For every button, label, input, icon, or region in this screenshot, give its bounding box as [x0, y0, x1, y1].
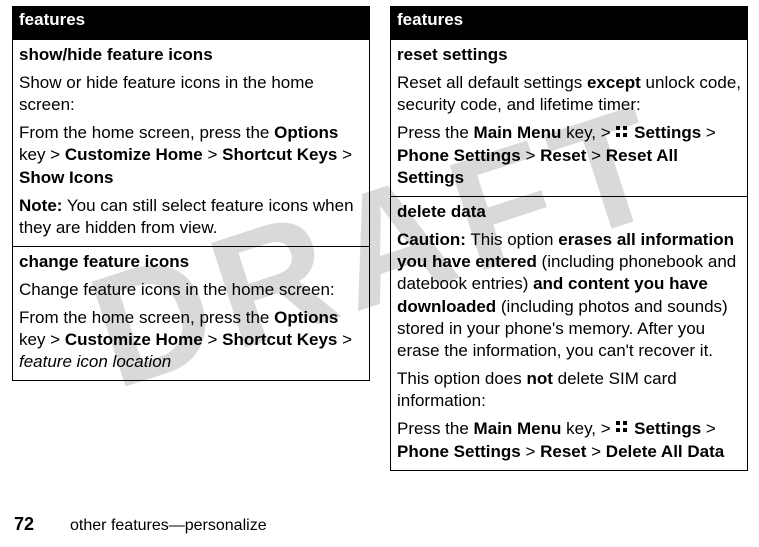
- text: >: [586, 442, 605, 461]
- customize-home: Customize Home: [65, 330, 203, 349]
- text: key, >: [561, 419, 615, 438]
- delete-all-data: Delete All Data: [606, 442, 724, 461]
- text: >: [337, 330, 352, 349]
- text: >: [203, 145, 222, 164]
- delete-not: This option does not delete SIM card inf…: [397, 368, 741, 412]
- change-desc: Change feature icons in the home screen:: [19, 279, 363, 301]
- showhide-path: From the home screen, press the Options …: [19, 122, 363, 188]
- showhide-desc: Show or hide feature icons in the home s…: [19, 72, 363, 116]
- left-row-change: change feature icons Change feature icon…: [13, 246, 370, 380]
- text: key, >: [561, 123, 615, 142]
- text: >: [701, 123, 716, 142]
- text: >: [203, 330, 222, 349]
- options-key: Options: [274, 308, 338, 327]
- change-path: From the home screen, press the Options …: [19, 307, 363, 373]
- settings: Settings: [634, 419, 701, 438]
- delete-caution: Caution: This option erases all informat…: [397, 229, 741, 362]
- showhide-title: show/hide feature icons: [19, 44, 363, 66]
- text: This option does: [397, 369, 526, 388]
- text: From the home screen, press the: [19, 123, 274, 142]
- except: except: [587, 73, 641, 92]
- delete-title: delete data: [397, 201, 741, 223]
- settings-icon: [615, 418, 629, 440]
- text: key >: [19, 145, 65, 164]
- reset-path: Press the Main Menu key, > Settings > Ph…: [397, 122, 741, 189]
- text: key >: [19, 330, 65, 349]
- reset-desc: Reset all default settings except unlock…: [397, 72, 741, 116]
- text: >: [586, 146, 605, 165]
- right-table: features reset settings Reset all defaul…: [390, 6, 748, 471]
- caution-label: Caution:: [397, 230, 466, 249]
- shortcut-keys: Shortcut Keys: [222, 330, 337, 349]
- text: Reset all default settings: [397, 73, 587, 92]
- right-column: features reset settings Reset all defaul…: [390, 6, 748, 471]
- main-menu: Main Menu: [474, 123, 562, 142]
- phone-settings: Phone Settings: [397, 442, 521, 461]
- left-table: features show/hide feature icons Show or…: [12, 6, 370, 381]
- text: You can still select feature icons when …: [19, 196, 354, 237]
- delete-path: Press the Main Menu key, > Settings > Ph…: [397, 418, 741, 463]
- settings-icon: [615, 123, 629, 145]
- left-header: features: [13, 7, 370, 39]
- customize-home: Customize Home: [65, 145, 203, 164]
- shortcut-keys: Shortcut Keys: [222, 145, 337, 164]
- text: Press the: [397, 419, 474, 438]
- text: From the home screen, press the: [19, 308, 274, 327]
- content-columns: features show/hide feature icons Show or…: [12, 6, 749, 471]
- show-icons: Show Icons: [19, 168, 113, 187]
- feature-icon-location: feature icon location: [19, 352, 171, 371]
- page-number: 72: [14, 513, 34, 536]
- text: >: [521, 146, 540, 165]
- not: not: [526, 369, 552, 388]
- text: This option: [466, 230, 558, 249]
- main-menu: Main Menu: [474, 419, 562, 438]
- text: >: [521, 442, 540, 461]
- left-column: features show/hide feature icons Show or…: [12, 6, 370, 471]
- left-row-showhide: show/hide feature icons Show or hide fea…: [13, 38, 370, 246]
- reset: Reset: [540, 442, 586, 461]
- text: >: [337, 145, 352, 164]
- reset: Reset: [540, 146, 586, 165]
- note-label: Note:: [19, 196, 62, 215]
- text: >: [701, 419, 716, 438]
- showhide-note: Note: You can still select feature icons…: [19, 195, 363, 239]
- right-row-reset: reset settings Reset all default setting…: [391, 38, 748, 197]
- reset-title: reset settings: [397, 44, 741, 66]
- change-title: change feature icons: [19, 251, 363, 273]
- phone-settings: Phone Settings: [397, 146, 521, 165]
- right-header: features: [391, 7, 748, 39]
- text: Press the: [397, 123, 474, 142]
- right-row-delete: delete data Caution: This option erases …: [391, 197, 748, 471]
- page-footer: 72 other features—personalize: [14, 513, 267, 537]
- settings: Settings: [634, 123, 701, 142]
- footer-text: other features—personalize: [70, 516, 267, 537]
- options-key: Options: [274, 123, 338, 142]
